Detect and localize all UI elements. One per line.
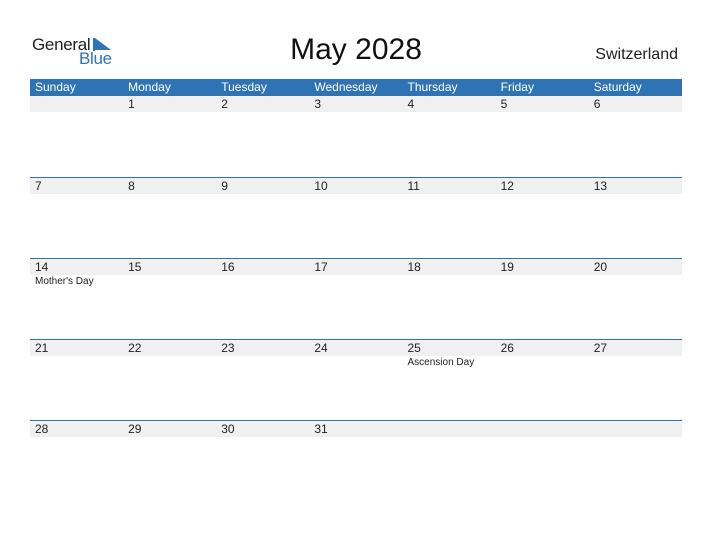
day-number: 25 (407, 341, 421, 355)
day-number: 26 (500, 341, 514, 355)
holiday-label: Mother's Day (35, 276, 94, 287)
day-number: 3 (314, 97, 322, 111)
day-number: 7 (35, 179, 42, 193)
holiday-label (589, 275, 682, 289)
weekday-thursday: Thursday (407, 80, 458, 94)
weekday-wednesday: Wednesday (314, 80, 378, 94)
day-number (589, 421, 682, 437)
holiday-label (589, 356, 682, 370)
day-number: 31 (314, 422, 328, 436)
weekday-saturday: Saturday (593, 80, 642, 94)
day-number-strip: 21 22 23 24 25 26 27 (30, 340, 682, 356)
day-number: 2 (221, 97, 228, 111)
day-number: 29 (128, 422, 142, 436)
day-number-strip: 14 15 16 17 18 19 20 (30, 259, 682, 275)
day-number (30, 96, 123, 112)
day-number: 13 (593, 179, 608, 193)
events-row: Ascension Day (30, 356, 682, 370)
holiday-label (30, 356, 123, 370)
holiday-label (123, 356, 216, 370)
holiday-label (496, 356, 589, 370)
holiday-label (309, 275, 402, 289)
holiday-label: Ascension Day (407, 357, 475, 368)
holiday-label (403, 275, 496, 289)
day-number: 24 (314, 341, 328, 355)
weekday-sunday: Sunday (35, 80, 76, 94)
day-number: 8 (128, 179, 135, 193)
day-number: 22 (128, 341, 142, 355)
day-number: 5 (500, 97, 508, 111)
holiday-label (216, 275, 309, 289)
week-row: 21 22 23 24 25 26 27 Ascension Day (30, 339, 682, 420)
day-number: 10 (314, 179, 328, 193)
day-number: 30 (221, 422, 235, 436)
calendar-grid: Sunday Monday Tuesday Wednesday Thursday… (30, 79, 682, 501)
day-number: 1 (128, 97, 135, 111)
day-number: 19 (500, 260, 514, 274)
day-number: 27 (593, 341, 608, 355)
day-number (403, 421, 496, 437)
day-number-strip: 28 29 30 31 (30, 421, 682, 437)
week-row: 28 29 30 31 (30, 420, 682, 501)
weekday-monday: Monday (128, 80, 171, 94)
day-number: 16 (221, 260, 235, 274)
day-number: 15 (128, 260, 142, 274)
day-number: 11 (407, 179, 420, 193)
day-number: 9 (221, 179, 228, 193)
day-number: 23 (221, 341, 235, 355)
day-number: 17 (314, 260, 328, 274)
events-row: Mother's Day (30, 275, 682, 289)
day-number: 4 (407, 97, 415, 111)
holiday-label (309, 356, 402, 370)
day-number (496, 421, 589, 437)
day-number-strip: 1 2 3 4 5 6 (30, 96, 682, 112)
day-number: 12 (500, 179, 514, 193)
day-number-strip: 7 8 9 10 11 12 13 (30, 178, 682, 194)
week-row: 14 15 16 17 18 19 20 Mother's Day (30, 258, 682, 339)
week-row: 1 2 3 4 5 6 (30, 96, 682, 177)
weekday-friday: Friday (500, 80, 534, 94)
week-row: 7 8 9 10 11 12 13 (30, 177, 682, 258)
weeks-container: 1 2 3 4 5 6 7 8 9 10 11 12 13 14 15 16 17 18 19 20 Mother's … (30, 96, 682, 501)
day-number: 21 (35, 341, 49, 355)
weekday-header: Sunday Monday Tuesday Wednesday Thursday… (30, 79, 682, 96)
day-number: 6 (593, 97, 601, 111)
country-label: Switzerland (595, 46, 678, 63)
holiday-label (496, 275, 589, 289)
day-number: 14 (35, 260, 49, 274)
weekday-tuesday: Tuesday (221, 80, 267, 94)
day-number: 28 (35, 422, 49, 436)
day-number: 20 (593, 260, 608, 274)
day-number: 18 (407, 260, 421, 274)
holiday-label (123, 275, 216, 289)
holiday-label (216, 356, 309, 370)
